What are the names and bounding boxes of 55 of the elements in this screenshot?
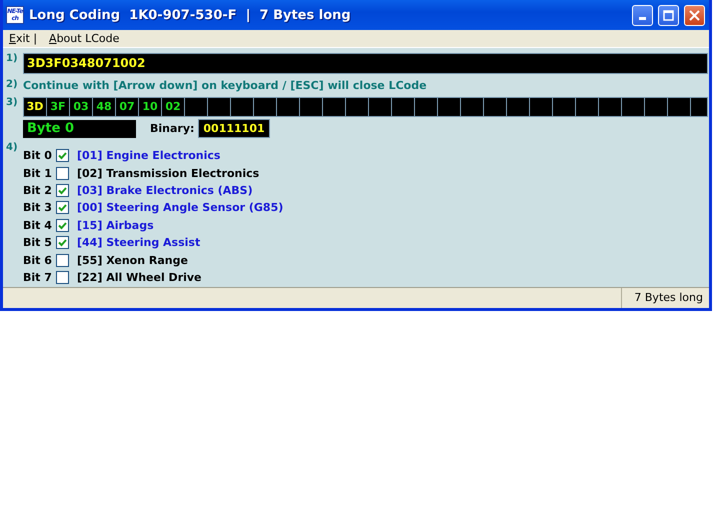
bit-label: Bit 3 <box>23 201 53 214</box>
step-marker: 3) <box>6 97 19 108</box>
binary-label: Binary: <box>150 122 194 135</box>
close-button[interactable] <box>684 4 705 26</box>
menu-item[interactable]: About LCode <box>49 32 120 45</box>
check-icon <box>57 184 68 196</box>
menu-item[interactable]: Exit | <box>9 32 38 45</box>
step-marker: 1) <box>6 53 19 64</box>
step-marker: 2) <box>6 79 19 90</box>
window-title: Long Coding 1K0-907-530-F | 7 Bytes long <box>29 8 352 22</box>
checkbox[interactable] <box>56 201 69 214</box>
bit-description: [01] Engine Electronics <box>77 149 220 162</box>
maximize-icon <box>663 10 674 20</box>
byte-cell[interactable]: 02 <box>162 98 185 116</box>
check-icon <box>57 202 68 214</box>
bit-label: Bit 2 <box>23 184 53 197</box>
status-text: 7 Bytes long <box>621 288 706 308</box>
byte-cell[interactable]: 07 <box>116 98 139 116</box>
bit-description: [02] Transmission Electronics <box>77 166 260 180</box>
bit-label: Bit 6 <box>23 254 53 267</box>
checkbox[interactable] <box>56 270 69 284</box>
checkbox[interactable] <box>56 166 69 180</box>
step-marker: 4) <box>6 142 19 153</box>
bit-description: [00] Steering Angle Sensor (G85) <box>77 201 284 214</box>
bit-label: Bit 0 <box>23 149 53 162</box>
coding-field[interactable]: 3D3F0348071002 <box>23 53 708 74</box>
bit-description: [55] Xenon Range <box>77 254 188 267</box>
check-icon <box>57 220 68 231</box>
bit-label: Bit 7 <box>23 270 53 284</box>
close-icon <box>689 10 700 20</box>
bit-description: [15] Airbags <box>77 218 154 232</box>
bit-description: [44] Steering Assist <box>77 236 200 250</box>
checkbox[interactable] <box>56 254 69 267</box>
byte-cell[interactable]: 10 <box>139 98 162 116</box>
bit-label: Bit 4 <box>23 218 53 232</box>
maximize-button[interactable] <box>658 4 679 26</box>
bit-description: [03] Brake Electronics (ABS) <box>77 184 253 197</box>
bit-description: [22] All Wheel Drive <box>77 270 202 284</box>
checkbox[interactable] <box>56 184 69 197</box>
byte-cell[interactable]: 48 <box>93 98 116 116</box>
checkbox[interactable] <box>56 149 69 162</box>
check-icon <box>57 150 68 162</box>
bit-label: Bit 5 <box>23 236 53 250</box>
checkbox[interactable] <box>56 236 69 250</box>
instruction-text: Continue with [Arrow down] on keyboard / [ESC] will close LCode <box>23 79 427 92</box>
binary-value: 00111101 <box>198 119 270 138</box>
minimize-button[interactable] <box>632 4 653 26</box>
byte-cell[interactable]: 3F <box>47 98 70 116</box>
byte-cell[interactable]: 3D <box>24 98 47 116</box>
byte-cell[interactable]: 03 <box>70 98 93 116</box>
minimize-icon <box>639 17 646 20</box>
bit-label: Bit 1 <box>23 166 53 180</box>
checkbox[interactable] <box>56 218 69 232</box>
check-icon <box>57 237 68 248</box>
byte-label: Byte 0 <box>23 120 136 138</box>
